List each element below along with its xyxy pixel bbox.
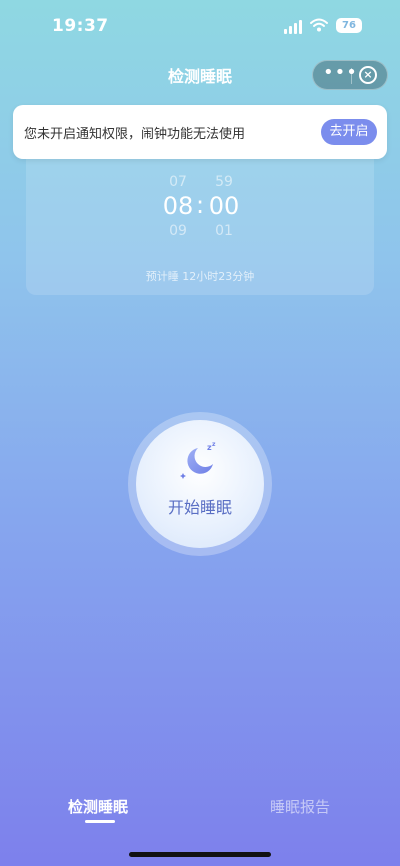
banner-message: 您未开启通知权限，闹钟功能无法使用 [24, 127, 246, 142]
mini-program-capsule: ••• × [312, 60, 388, 90]
svg-text:z: z [212, 441, 216, 448]
wifi-icon [310, 18, 328, 32]
next-hour[interactable]: 09 [164, 223, 192, 239]
moon-icon: z z [180, 441, 216, 479]
notification-permission-banner: 您未开启通知权限，闹钟功能无法使用 去开启 [13, 105, 387, 159]
home-indicator [129, 852, 271, 857]
next-minute[interactable]: 01 [210, 223, 238, 239]
start-sleep-label: 开始睡眠 [167, 498, 232, 517]
status-time: 19:37 [52, 16, 109, 36]
selected-hour[interactable]: 08 [160, 192, 196, 220]
alarm-time-picker[interactable]: 07 59 08 : 00 09 01 预计睡 12小时23分钟 [26, 140, 374, 295]
selected-minute[interactable]: 00 [206, 192, 242, 220]
enable-notifications-button[interactable]: 去开启 [321, 119, 377, 145]
close-icon[interactable]: × [359, 66, 377, 84]
cellular-signal-icon [284, 20, 304, 34]
active-tab-indicator [85, 820, 115, 823]
sleep-estimate: 预计睡 12小时23分钟 [145, 270, 255, 283]
time-separator: : [195, 191, 205, 219]
prev-hour[interactable]: 07 [164, 174, 192, 190]
tab-sleep-report[interactable]: 睡眠报告 [270, 796, 330, 817]
start-sleep-button[interactable]: z z 开始睡眠 [136, 420, 264, 548]
battery-icon: 76 [336, 18, 362, 33]
capsule-divider [351, 68, 352, 84]
prev-minute[interactable]: 59 [210, 174, 238, 190]
tab-sleep-detection[interactable]: 检测睡眠 [68, 796, 128, 817]
more-icon[interactable]: ••• [323, 64, 357, 85]
